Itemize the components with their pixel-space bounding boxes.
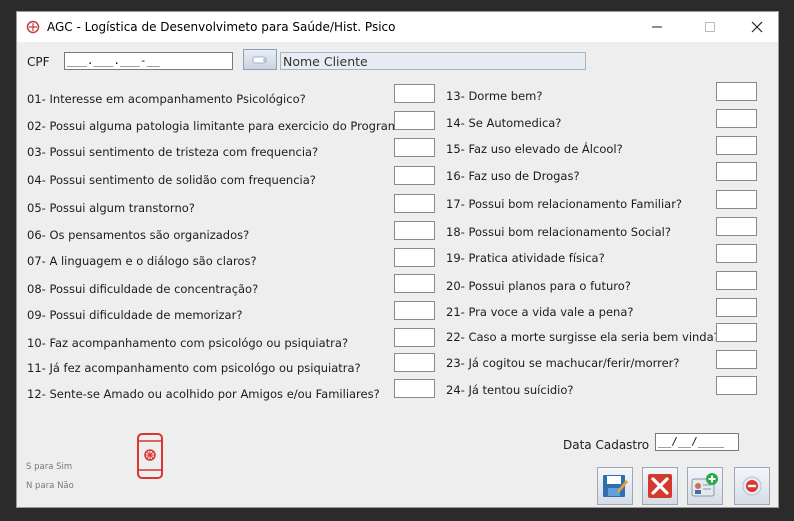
question-label: 16- Faz uso de Drogas?	[446, 169, 580, 183]
question-label: 17- Possui bom relacionamento Familiar?	[446, 197, 683, 211]
title-bar: AGC - Logística de Desenvolvimeto para S…	[17, 12, 778, 42]
app-icon	[26, 20, 40, 34]
answer-field[interactable]	[716, 376, 757, 395]
phone-icon	[137, 433, 163, 479]
answer-field[interactable]	[394, 84, 435, 103]
cpf-label: CPF	[27, 55, 50, 69]
question-label: 02- Possui alguma patologia limitante pa…	[27, 119, 413, 133]
answer-field[interactable]	[716, 271, 757, 290]
main-window: AGC - Logística de Desenvolvimeto para S…	[16, 11, 779, 508]
cancel-button[interactable]	[642, 467, 678, 505]
add-user-button[interactable]	[687, 467, 723, 505]
question-label: 18- Possui bom relacionamento Social?	[446, 225, 671, 239]
answer-field[interactable]	[394, 379, 435, 398]
question-label: 06- Os pensamentos são organizados?	[27, 228, 250, 242]
legend-nao: N para Não	[26, 481, 74, 491]
answer-field[interactable]	[394, 328, 435, 347]
answer-field[interactable]	[716, 162, 757, 181]
question-label: 03- Possui sentimento de tristeza com fr…	[27, 145, 319, 159]
question-label: 22- Caso a morte surgisse ela seria bem …	[446, 330, 720, 344]
nome-cliente-field[interactable]: Nome Cliente	[280, 52, 586, 70]
question-label: 11- Já fez acompanhamento com psicológo …	[27, 361, 361, 375]
question-label: 24- Já tentou suícidio?	[446, 383, 574, 397]
maximize-button[interactable]	[687, 12, 733, 42]
question-label: 07- A linguagem e o diálogo são claros?	[27, 254, 257, 268]
question-label: 13- Dorme bem?	[446, 89, 543, 103]
question-label: 05- Possui algum transtorno?	[27, 201, 195, 215]
legend-sim: S para Sim	[26, 462, 73, 472]
question-label: 21- Pra voce a vida vale a pena?	[446, 305, 634, 319]
search-button[interactable]	[243, 49, 277, 70]
answer-field[interactable]	[394, 111, 435, 130]
question-label: 04- Possui sentimento de solidão com fre…	[27, 173, 316, 187]
answer-field[interactable]	[716, 244, 757, 263]
question-label: 08- Possui dificuldade de concentração?	[27, 282, 259, 296]
search-icon	[252, 56, 267, 63]
maximize-icon	[705, 22, 715, 32]
answer-field[interactable]	[716, 350, 757, 369]
answer-field[interactable]	[394, 248, 435, 267]
answer-field[interactable]	[716, 298, 757, 317]
close-button[interactable]	[734, 12, 780, 42]
save-button[interactable]	[597, 467, 633, 505]
exit-icon	[742, 476, 762, 496]
answer-field[interactable]	[394, 353, 435, 372]
question-label: 23- Já cogitou se machucar/ferir/morrer?	[446, 356, 680, 370]
minimize-button[interactable]	[634, 12, 680, 42]
question-label: 20- Possui planos para o futuro?	[446, 279, 631, 293]
data-cadastro-label: Data Cadastro	[563, 438, 650, 452]
exit-button[interactable]	[734, 467, 770, 505]
answer-field[interactable]	[716, 82, 757, 101]
answer-field[interactable]	[716, 136, 757, 155]
question-label: 14- Se Automedica?	[446, 116, 562, 130]
save-icon	[603, 475, 628, 497]
answer-field[interactable]	[716, 323, 757, 342]
answer-field[interactable]	[716, 109, 757, 128]
question-label: 19- Pratica atividade física?	[446, 251, 605, 265]
answer-field[interactable]	[394, 194, 435, 213]
answer-field[interactable]	[394, 274, 435, 293]
window-title: AGC - Logística de Desenvolvimeto para S…	[47, 20, 396, 34]
data-cadastro-input[interactable]: __/__/____	[655, 433, 739, 451]
answer-field[interactable]	[394, 166, 435, 185]
answer-field[interactable]	[394, 138, 435, 157]
answer-field[interactable]	[394, 221, 435, 240]
answer-field[interactable]	[716, 217, 757, 236]
cancel-icon	[648, 474, 672, 498]
question-label: 12- Sente-se Amado ou acolhido por Amigo…	[27, 387, 380, 401]
answer-field[interactable]	[716, 190, 757, 209]
minimize-icon	[652, 26, 662, 28]
question-label: 15- Faz uso elevado de Álcool?	[446, 142, 623, 156]
question-label: 10- Faz acompanhamento com psicológo ou …	[27, 336, 349, 350]
add-user-icon	[691, 473, 718, 497]
question-label: 09- Possui dificuldade de memorizar?	[27, 308, 243, 322]
answer-field[interactable]	[394, 301, 435, 320]
close-icon	[751, 21, 763, 33]
question-label: 01- Interesse em acompanhamento Psicológ…	[27, 92, 306, 106]
cpf-input[interactable]: ___.___.___-__	[64, 52, 233, 70]
